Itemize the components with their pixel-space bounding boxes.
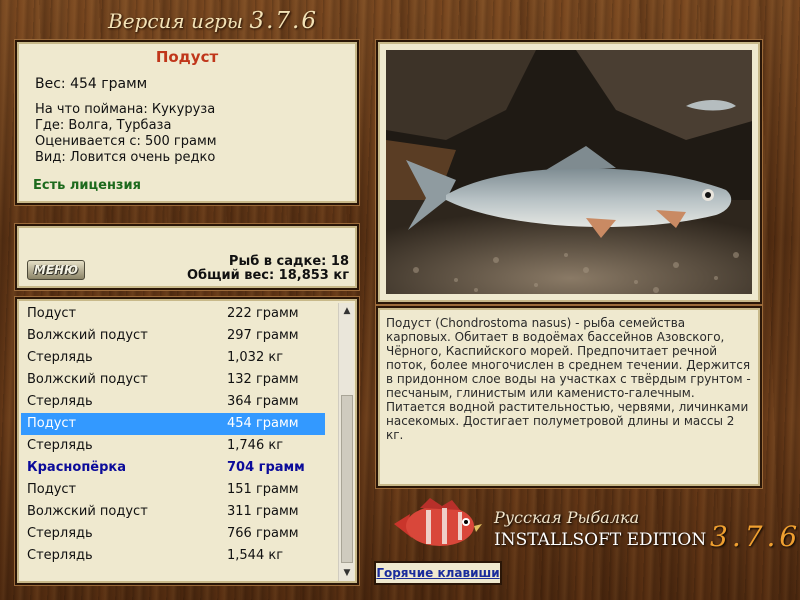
catch-fish-weight: 311 грамм	[227, 504, 299, 519]
catch-fish-weight: 222 грамм	[227, 306, 299, 321]
valued-from: Оценивается с: 500 грамм	[35, 134, 217, 149]
license-status: Есть лицензия	[33, 178, 141, 193]
catch-list-row[interactable]: Волжский подуст 132 грамм	[21, 369, 325, 391]
fish-count: Рыб в садке: 18	[228, 254, 349, 269]
catch-list-row[interactable]: Стерлядь 364 грамм	[21, 391, 325, 413]
catch-fish-name: Подуст	[27, 306, 77, 321]
catch-fish-name: Стерлядь	[27, 438, 93, 453]
catch-fish-weight: 704 грамм	[227, 460, 305, 475]
fish-description-panel: Подуст (Chondrostoma nasus) - рыба семей…	[376, 306, 762, 488]
fish-name: Подуст	[155, 48, 219, 66]
catch-fish-name: Подуст	[27, 482, 77, 497]
catch-fish-name: Стерлядь	[27, 350, 93, 365]
catch-fish-weight: 364 грамм	[227, 394, 299, 409]
menu-button[interactable]: МЕНЮ	[27, 260, 85, 280]
game-window: Версия игры 3.7.6 Подуст Вес: 454 грамм …	[0, 0, 800, 600]
catch-list[interactable]: Подуст 222 грамм Волжский подуст 297 грамм С…	[15, 297, 359, 585]
catch-list-row[interactable]: Стерлядь 1,746 кг	[21, 435, 325, 457]
catch-fish-name: Стерлядь	[27, 548, 93, 563]
brand-title: Русская Рыбалка	[494, 508, 640, 527]
fish-photo	[386, 50, 752, 294]
scroll-down-arrow-icon[interactable]: ▼	[339, 565, 355, 581]
catch-fish-name: Волжский подуст	[27, 328, 148, 343]
fish-details: На что поймана: Кукуруза Где: Волга, Тур…	[35, 102, 339, 166]
catch-fish-weight: 132 грамм	[227, 372, 299, 387]
brand-edition: INSTALLSOFT EDITION	[494, 530, 707, 550]
catch-fish-weight: 1,544 кг	[227, 548, 284, 563]
brand-version: 3.7.6	[710, 520, 800, 553]
catch-fish-weight: 454 грамм	[227, 416, 299, 431]
game-version-title: Версия игры 3.7.6	[108, 8, 318, 36]
catch-fish-weight: 766 грамм	[227, 526, 299, 541]
fish-description: Подуст (Chondrostoma nasus) - рыба семей…	[386, 316, 751, 442]
catch-list-row[interactable]: Стерлядь 1,032 кг	[21, 347, 325, 369]
catch-fish-name: Стерлядь	[27, 394, 93, 409]
catch-fish-name: Волжский подуст	[27, 504, 148, 519]
catch-fish-weight: 151 грамм	[227, 482, 299, 497]
species-rarity: Вид: Ловится очень редко	[35, 150, 216, 165]
catch-fish-weight: 1,032 кг	[227, 350, 284, 365]
catch-fish-weight: 1,746 кг	[227, 438, 284, 453]
fish-info-panel: Подуст Вес: 454 грамм На что поймана: Ку…	[15, 40, 359, 205]
scrollbar[interactable]: ▲ ▼	[338, 303, 354, 581]
catch-list-row[interactable]: Подуст 222 грамм	[21, 303, 325, 325]
catch-fish-name: Подуст	[27, 416, 77, 431]
catch-list-row[interactable]: Волжский подуст 297 грамм	[21, 325, 325, 347]
game-version-number: 3.7.6	[249, 8, 318, 34]
fish-weight: Вес: 454 грамм	[35, 76, 148, 92]
catch-list-row[interactable]: Краснопёрка 704 грамм	[21, 457, 325, 479]
catch-list-row[interactable]: Волжский подуст 311 грамм	[21, 501, 325, 523]
catch-list-rows: Подуст 222 грамм Волжский подуст 297 грамм С…	[21, 303, 357, 567]
catch-list-row[interactable]: Стерлядь 1,544 кг	[21, 545, 325, 567]
catch-fish-weight: 297 грамм	[227, 328, 299, 343]
catch-fish-name: Волжский подуст	[27, 372, 148, 387]
game-version-label: Версия игры	[108, 9, 244, 33]
caught-with: На что поймана: Кукуруза	[35, 102, 216, 117]
catch-fish-name: Стерлядь	[27, 526, 93, 541]
caught-where: Где: Волга, Турбаза	[35, 118, 172, 133]
catch-list-row[interactable]: Подуст 151 грамм	[21, 479, 325, 501]
total-weight: Общий вес: 18,853 кг	[186, 268, 349, 283]
catch-list-row[interactable]: Стерлядь 766 грамм	[21, 523, 325, 545]
catch-list-row[interactable]: Подуст 454 грамм	[21, 413, 325, 435]
fish-photo-illustration	[386, 50, 752, 294]
catch-fish-name: Краснопёрка	[27, 460, 127, 475]
fish-logo-icon	[394, 498, 482, 546]
fish-photo-frame	[376, 40, 762, 304]
keepnet-summary-panel: МЕНЮ Рыб в садке: 18 Общий вес: 18,853 к…	[15, 224, 359, 290]
hotkeys-link[interactable]: Горячие клавиши	[374, 561, 502, 585]
scroll-up-arrow-icon[interactable]: ▲	[339, 303, 355, 319]
scroll-thumb[interactable]	[341, 395, 353, 563]
